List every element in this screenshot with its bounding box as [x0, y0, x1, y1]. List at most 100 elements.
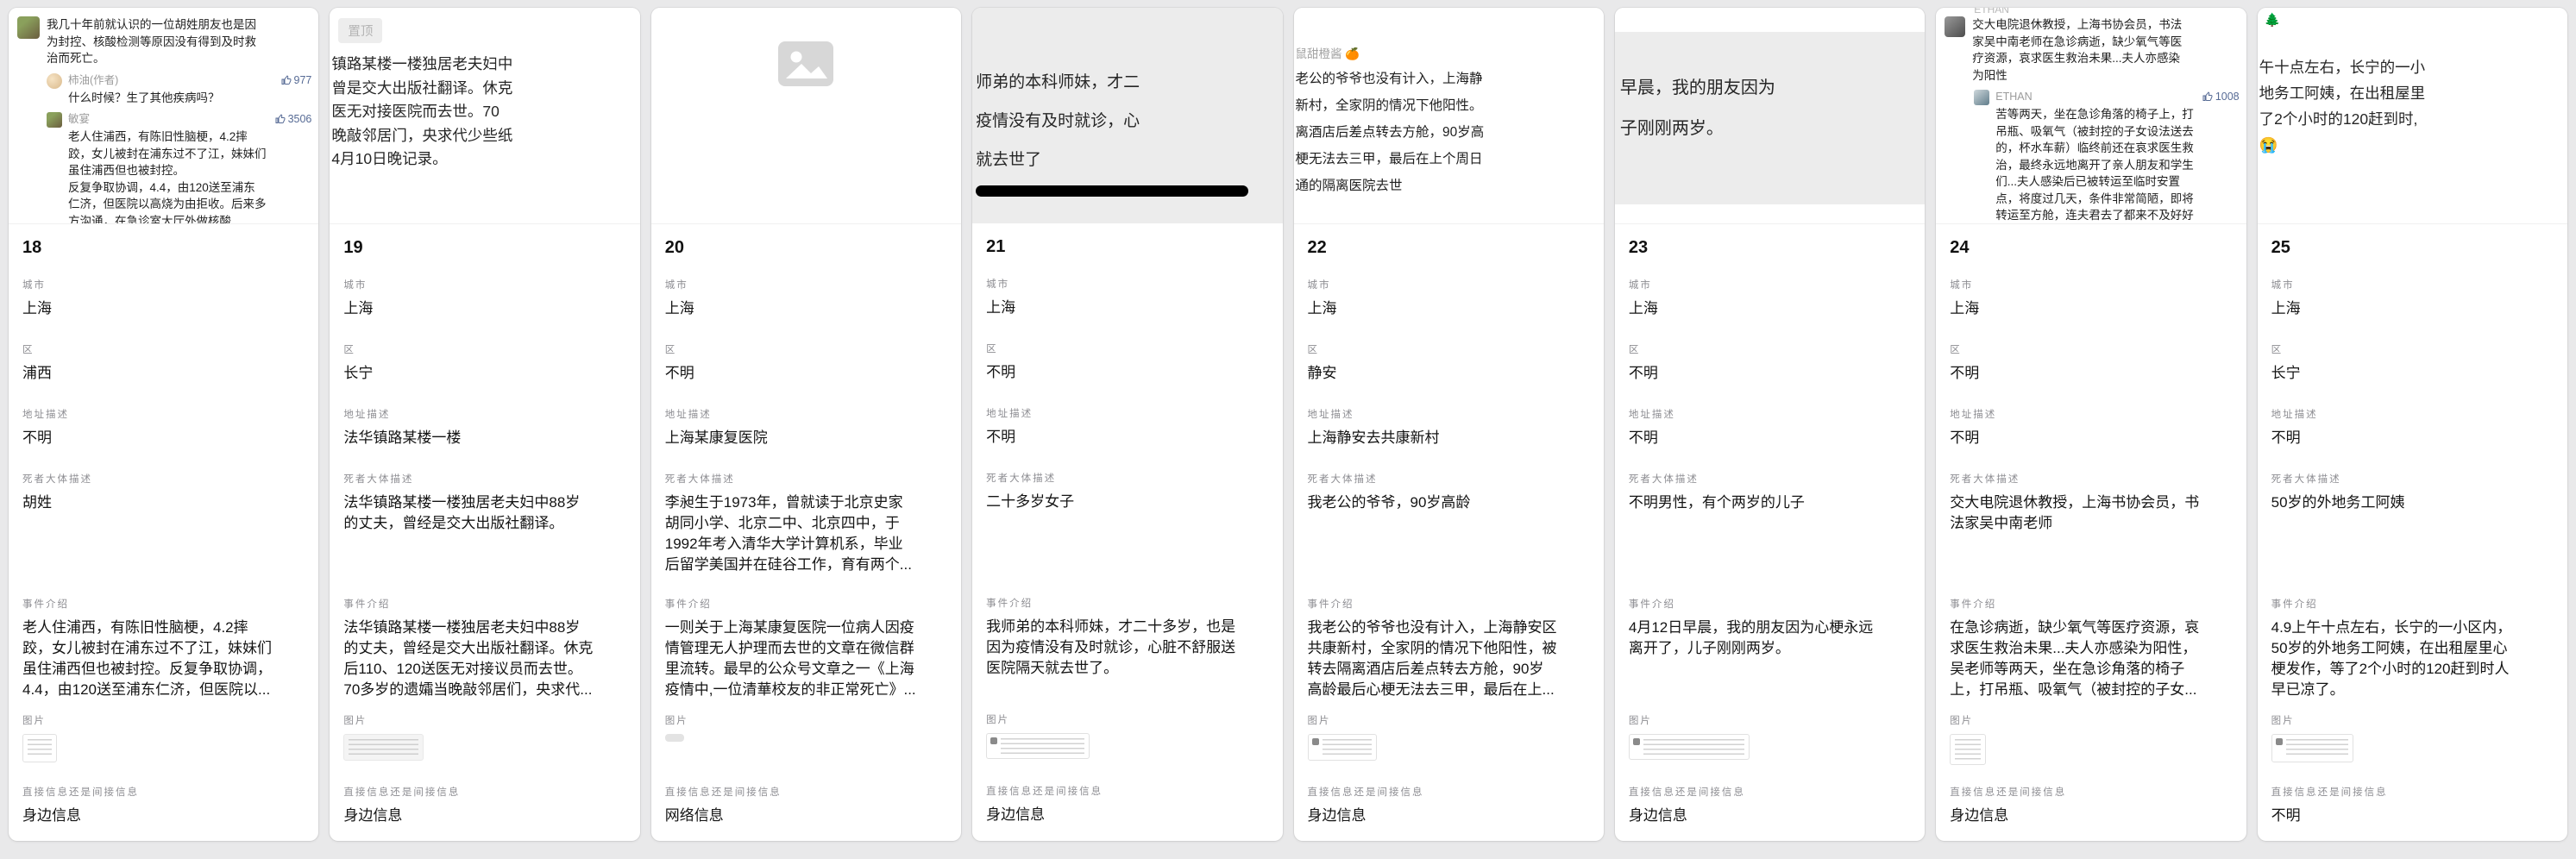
direct-label: 直接信息还是间接信息 — [2271, 785, 2554, 799]
record-number: 22 — [1294, 224, 1604, 271]
deceased-label: 死者大体描述 — [2271, 472, 2554, 486]
record-number: 25 — [2258, 224, 2567, 271]
city-value: 上海 — [1950, 298, 2232, 319]
cover-screenshot-comment-thread: 我几十年前就认识的一位胡姓朋友也是因 为封控、核酸检测等原因没有得到及时救 治而… — [9, 8, 318, 224]
event-label: 事件介绍 — [1950, 597, 2232, 611]
address-label: 地址描述 — [1308, 407, 1590, 421]
event-label: 事件介绍 — [1629, 597, 1911, 611]
attachment-thumbnail[interactable] — [22, 734, 57, 762]
attachment-thumbnail[interactable] — [986, 733, 1090, 759]
direct-label: 直接信息还是间接信息 — [986, 784, 1268, 798]
city-value: 上海 — [986, 298, 1268, 318]
deceased-label: 死者大体描述 — [1950, 472, 2232, 486]
city-label: 城市 — [665, 278, 947, 292]
deceased-value: 不明男性，有个两岁的儿子 — [1629, 492, 1911, 513]
address-label: 地址描述 — [2271, 407, 2554, 421]
record-card-18[interactable]: 我几十年前就认识的一位胡姓朋友也是因 为封控、核酸检测等原因没有得到及时救 治而… — [9, 8, 318, 841]
image-placeholder-icon — [777, 41, 834, 87]
direct-value: 身边信息 — [1950, 806, 2232, 826]
record-card-25[interactable]: 🌲 午十点左右，长宁的一小 地务工阿姨，在出租屋里 了2个小时的120赶到时, … — [2258, 8, 2567, 841]
post-text: 早晨，我的朋友因为 子刚刚两岁。 — [1615, 32, 1925, 149]
city-value: 上海 — [1629, 298, 1911, 319]
district-value: 不明 — [1629, 363, 1911, 384]
record-card-20[interactable]: 20 城市上海 区不明 地址描述上海某康复医院 死者大体描述李昶生于1973年，… — [651, 8, 961, 841]
deceased-label: 死者大体描述 — [665, 472, 947, 486]
comment-text: 什么时候？生了其他疾病吗？ — [68, 90, 311, 107]
address-label: 地址描述 — [1950, 407, 2232, 421]
like-count: 3506 — [288, 112, 312, 126]
city-label: 城市 — [986, 277, 1268, 291]
thumbnail-text-lines — [1323, 739, 1372, 756]
district-value: 不明 — [1950, 363, 2232, 384]
attachment-thumbnail[interactable] — [343, 734, 424, 761]
commenter-avatar — [47, 73, 62, 89]
address-label: 地址描述 — [986, 406, 1268, 420]
record-card-24[interactable]: ETHAN 交大电院退休教授，上海书协会员，书法 家吴中南老师在急诊病逝，缺少氧… — [1936, 8, 2246, 841]
image-label: 图片 — [343, 713, 625, 727]
record-card-23[interactable]: 早晨，我的朋友因为 子刚刚两岁。 23 城市上海 区不明 地址描述不明 死者大体… — [1615, 8, 1925, 841]
deceased-value: 二十多岁女子 — [986, 492, 1268, 512]
commenter-avatar — [47, 112, 62, 128]
district-label: 区 — [665, 342, 947, 356]
event-value: 老人住浦西，有陈旧性脑梗，4.2摔 跤，女儿被封在浦东过不了江，妹妹们 虽住浦西… — [22, 618, 305, 700]
image-label: 图片 — [22, 713, 305, 727]
district-label: 区 — [1950, 342, 2232, 356]
address-value: 不明 — [1629, 428, 1911, 448]
quote-block: 早晨，我的朋友因为 子刚刚两岁。 — [1615, 32, 1925, 204]
image-label: 图片 — [1950, 713, 2232, 727]
direct-value: 不明 — [2271, 806, 2554, 826]
district-label: 区 — [22, 342, 305, 356]
commenter-avatar — [1974, 90, 1989, 105]
pinned-badge: 置顶 — [338, 18, 382, 43]
cover-screenshot-quote: 师弟的本科师妹，才二 疫情没有及时就诊，心 就去世了 — [972, 8, 1282, 223]
commenter-name: ETHAN — [1995, 90, 2032, 103]
thumbnail-text-lines — [1001, 738, 1084, 755]
district-value: 静安 — [1308, 363, 1590, 384]
attachment-thumbnail[interactable] — [1950, 734, 1986, 765]
record-card-19[interactable]: 置顶 镇路某楼一楼独居老夫妇中 曾是交大出版社翻译。休克 医无对接医院而去世。7… — [330, 8, 639, 841]
city-label: 城市 — [343, 278, 625, 292]
redaction-bar — [976, 185, 1248, 197]
like-count: 977 — [294, 73, 312, 87]
comment-row: 敏宴 3506 老人住浦西，有陈旧性脑梗，4.2摔 跤，女儿被封在浦东过不了江，… — [9, 106, 318, 224]
cover-missing-image — [651, 8, 961, 224]
poster-name: ETHAN — [1974, 8, 2009, 16]
record-card-21[interactable]: 师弟的本科师妹，才二 疫情没有及时就诊，心 就去世了 21 城市上海 区不明 地… — [972, 8, 1282, 841]
address-label: 地址描述 — [343, 407, 625, 421]
city-label: 城市 — [22, 278, 305, 292]
thumbnail-text-lines — [1955, 739, 1981, 761]
thumb-up-icon — [2202, 91, 2213, 102]
event-label: 事件介绍 — [986, 596, 1268, 610]
cover-screenshot-comment-thread: ETHAN 交大电院退休教授，上海书协会员，书法 家吴中南老师在急诊病逝，缺少氧… — [1936, 8, 2246, 224]
record-number: 24 — [1936, 224, 2246, 271]
direct-label: 直接信息还是间接信息 — [1950, 785, 2232, 799]
image-label: 图片 — [1308, 713, 1590, 727]
record-card-22[interactable]: 鼠甜橙酱 🍊 老公的爷爷也没有计入，上海静 新村，全家阴的情况下他阳性。 离酒店… — [1294, 8, 1604, 841]
poster-avatar — [17, 16, 40, 39]
comment-text: 老人住浦西，有陈旧性脑梗，4.2摔 跤，女儿被封在浦东过不了江，妹妹们 虽住浦西… — [68, 129, 311, 224]
cover-screenshot-named-post: 鼠甜橙酱 🍊 老公的爷爷也没有计入，上海静 新村，全家阴的情况下他阳性。 离酒店… — [1294, 8, 1604, 224]
district-label: 区 — [1629, 342, 1911, 356]
direct-label: 直接信息还是间接信息 — [1629, 785, 1911, 799]
district-label: 区 — [986, 342, 1268, 355]
direct-label: 直接信息还是间接信息 — [343, 785, 625, 799]
address-label: 地址描述 — [665, 407, 947, 421]
poster-avatar — [1945, 16, 1965, 37]
deceased-label: 死者大体描述 — [986, 471, 1268, 485]
comment-row: ETHAN 1008 苦等两天，坐在急诊角落的椅子上，打 吊瓶、吸氧气（被封控的… — [1936, 84, 2246, 224]
post-text: 交大电院退休教授，上海书协会员，书法 家吴中南老师在急诊病逝，缺少氧气等医 疗资… — [1972, 16, 2182, 84]
city-label: 城市 — [1950, 278, 2232, 292]
attachment-thumbnail[interactable] — [665, 734, 684, 742]
direct-label: 直接信息还是间接信息 — [665, 785, 947, 799]
attachment-thumbnail[interactable] — [1629, 734, 1750, 760]
comment-text: 苦等两天，坐在急诊角落的椅子上，打 吊瓶、吸氧气（被封控的子女设法送去 的，杯水… — [1995, 106, 2239, 224]
address-value: 不明 — [22, 428, 305, 448]
record-number: 20 — [651, 224, 961, 271]
direct-value: 身边信息 — [1308, 806, 1590, 826]
image-label: 图片 — [665, 713, 947, 727]
tree-emoji: 🌲 — [2265, 12, 2281, 28]
address-value: 上海静安去共康新村 — [1308, 428, 1590, 448]
attachment-thumbnail[interactable] — [2271, 734, 2353, 762]
attachment-thumbnail[interactable] — [1308, 734, 1377, 761]
comment-row: 柿油(作者) 977 什么时候？生了其他疾病吗？ — [9, 67, 318, 107]
